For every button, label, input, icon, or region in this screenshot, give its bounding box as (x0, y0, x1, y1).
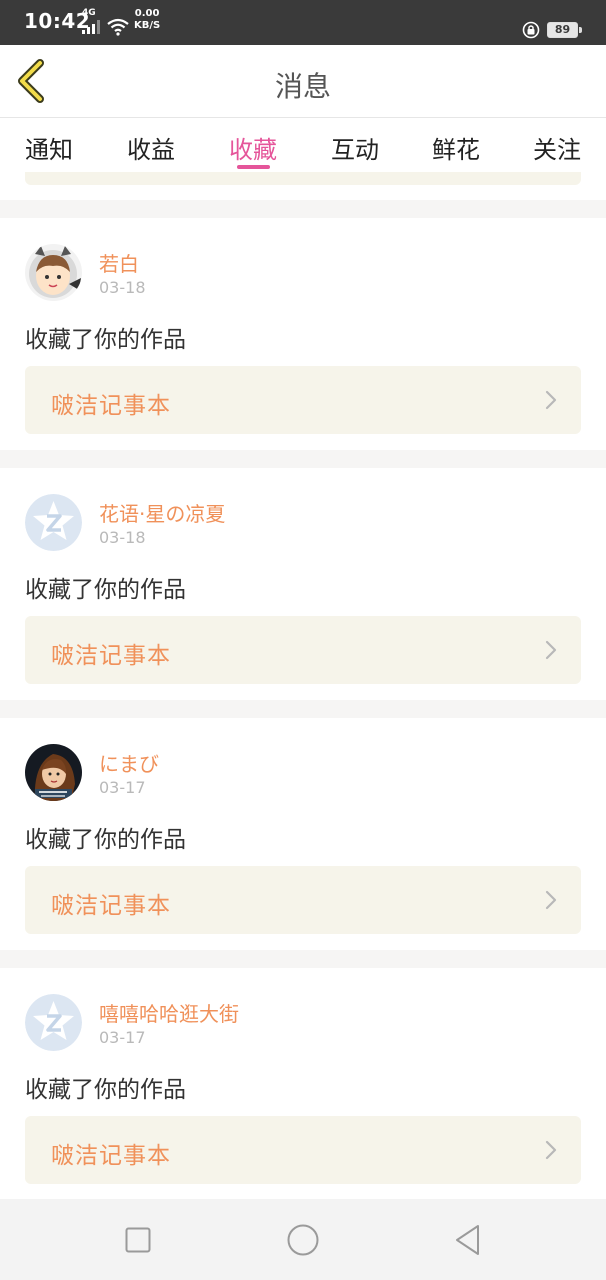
circle-icon[interactable] (287, 1224, 319, 1256)
network-speed: 0.00 KB/S (134, 8, 160, 32)
tab-favorites[interactable]: 收藏 (229, 130, 277, 165)
cartoon-avatar-icon (25, 244, 82, 301)
tab-interaction[interactable]: 互动 (331, 130, 379, 165)
avatar[interactable] (25, 494, 82, 551)
tab-earnings[interactable]: 收益 (127, 130, 175, 165)
message-card: 花语·星の凉夏 03-18 收藏了你的作品 啵洁记事本 (0, 468, 606, 700)
chevron-right-icon (545, 390, 557, 410)
network-type: 4G (82, 8, 96, 18)
signal-icon (82, 20, 100, 34)
message-card: にまび 03-17 收藏了你的作品 啵洁记事本 (0, 718, 606, 950)
message-action: 收藏了你的作品 (25, 827, 186, 853)
rotation-lock-icon (522, 21, 540, 39)
work-link[interactable]: 啵洁记事本 (25, 866, 581, 934)
work-title: 啵洁记事本 (51, 893, 171, 919)
battery-indicator: 89 (547, 22, 582, 38)
work-title: 啵洁记事本 (51, 643, 171, 669)
message-action: 收藏了你的作品 (25, 1077, 186, 1103)
square-icon[interactable] (125, 1227, 151, 1253)
chevron-right-icon (545, 640, 557, 660)
work-link[interactable]: 啵洁记事本 (25, 616, 581, 684)
chevron-right-icon (545, 890, 557, 910)
princess-avatar-icon (25, 744, 82, 801)
chevron-right-icon (545, 1140, 557, 1160)
status-time: 10:42 (24, 9, 91, 33)
message-action: 收藏了你的作品 (25, 327, 186, 353)
tab-follow[interactable]: 关注 (533, 130, 581, 165)
work-title: 啵洁记事本 (51, 393, 171, 419)
user-name[interactable]: 花语·星の凉夏 (99, 498, 225, 527)
user-name[interactable]: 若白 (99, 248, 139, 277)
header-bar: 消息 (0, 45, 606, 118)
partial-message-card (0, 172, 606, 200)
speed-unit: KB/S (134, 20, 161, 31)
system-nav-bar (0, 1199, 606, 1280)
message-card: 若白 03-18 收藏了你的作品 啵洁记事本 (0, 218, 606, 450)
wifi-icon (107, 18, 129, 36)
user-name[interactable]: にまび (99, 748, 159, 777)
tab-flowers[interactable]: 鲜花 (432, 130, 480, 165)
message-date: 03-17 (99, 1028, 146, 1047)
page-title: 消息 (274, 70, 331, 103)
message-date: 03-17 (99, 778, 146, 797)
triangle-back-icon[interactable] (454, 1224, 482, 1256)
avatar[interactable] (25, 994, 82, 1051)
user-name[interactable]: 嘻嘻哈哈逛大街 (99, 998, 239, 1027)
speed-value: 0.00 (134, 8, 160, 19)
default-star-avatar-icon (25, 994, 82, 1051)
message-date: 03-18 (99, 278, 146, 297)
status-bar: 10:42 4G 0.00 KB/S 89 (0, 0, 606, 45)
tab-notify[interactable]: 通知 (25, 130, 73, 165)
message-card: 嘻嘻哈哈逛大街 03-17 收藏了你的作品 啵洁记事本 (0, 968, 606, 1200)
work-title: 啵洁记事本 (51, 1143, 171, 1169)
message-action: 收藏了你的作品 (25, 577, 186, 603)
message-date: 03-18 (99, 528, 146, 547)
active-tab-indicator (237, 165, 270, 169)
tab-bar: 通知 收益 收藏 互动 鲜花 关注 (0, 118, 606, 172)
avatar[interactable] (25, 244, 82, 301)
default-star-avatar-icon (25, 494, 82, 551)
partial-work-box (25, 172, 581, 185)
work-link[interactable]: 啵洁记事本 (25, 1116, 581, 1184)
avatar[interactable] (25, 744, 82, 801)
work-link[interactable]: 啵洁记事本 (25, 366, 581, 434)
